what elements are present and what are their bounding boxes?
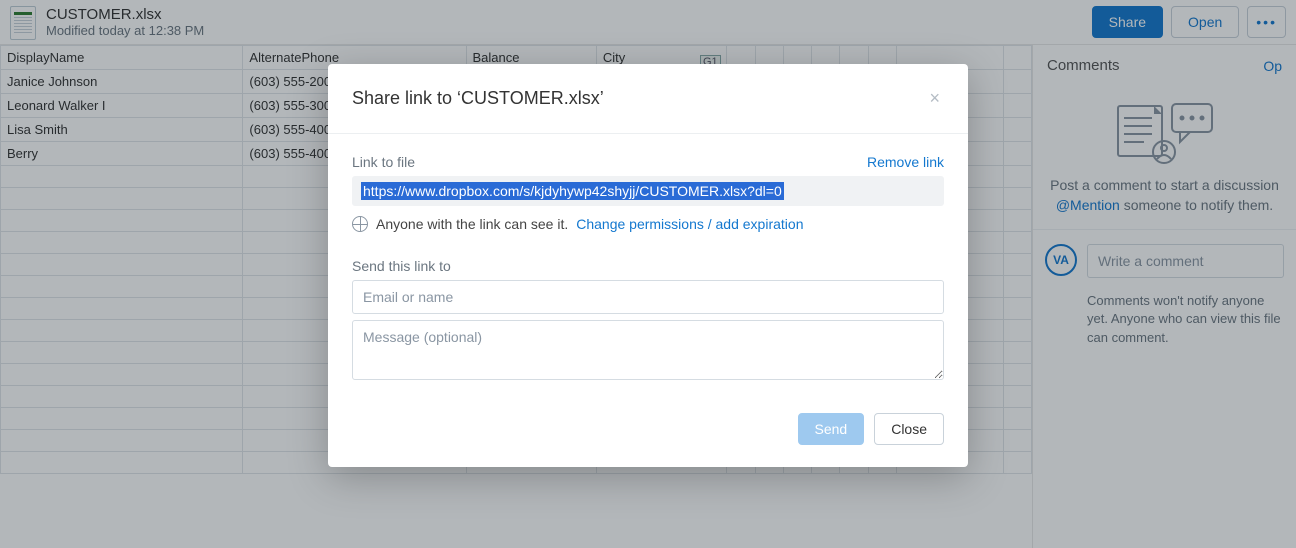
modal-title: Share link to ‘CUSTOMER.xlsx’ xyxy=(352,88,604,109)
change-permissions-link[interactable]: Change permissions / add expiration xyxy=(576,216,803,232)
share-link-modal: Share link to ‘CUSTOMER.xlsx’ × Link to … xyxy=(328,64,968,467)
recipient-input[interactable] xyxy=(352,280,944,314)
close-button[interactable]: Close xyxy=(874,413,944,445)
link-to-file-label: Link to file xyxy=(352,154,415,170)
send-link-label: Send this link to xyxy=(352,258,451,274)
send-button[interactable]: Send xyxy=(798,413,865,445)
message-input[interactable] xyxy=(352,320,944,380)
close-icon[interactable]: × xyxy=(925,84,944,113)
share-url-field[interactable]: https://www.dropbox.com/s/kjdyhywp42shyj… xyxy=(352,176,944,206)
globe-icon xyxy=(352,216,368,232)
permission-text: Anyone with the link can see it. xyxy=(376,216,568,232)
remove-link[interactable]: Remove link xyxy=(867,154,944,170)
